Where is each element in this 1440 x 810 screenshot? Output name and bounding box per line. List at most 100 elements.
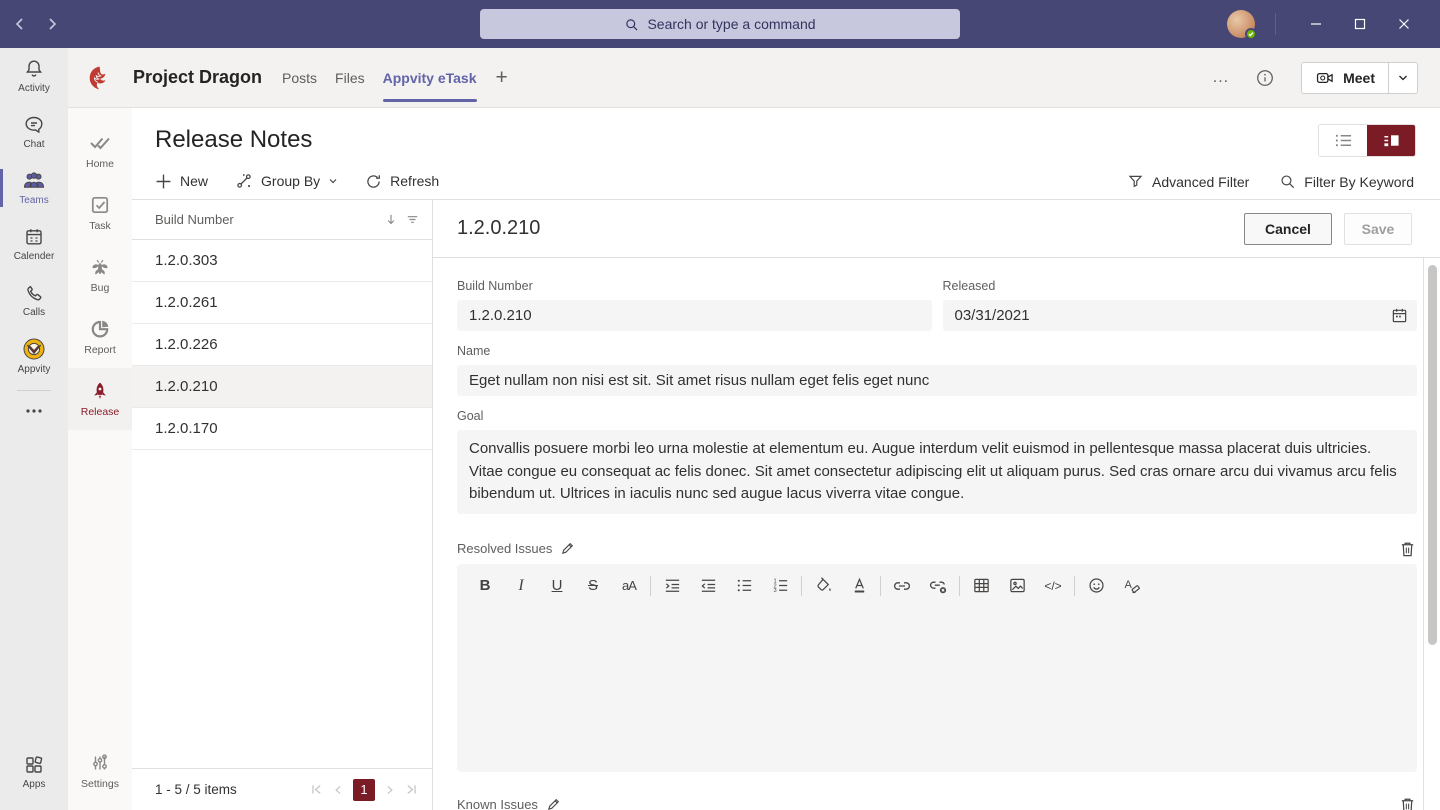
resolved-issues-content[interactable] — [467, 600, 1407, 760]
forward-button[interactable] — [44, 16, 60, 32]
close-button[interactable] — [1382, 0, 1426, 48]
module-label: Bug — [91, 282, 110, 294]
meet-button[interactable]: Meet — [1302, 63, 1388, 93]
filter-by-keyword-button[interactable]: Filter By Keyword — [1279, 173, 1414, 190]
minimize-button[interactable] — [1294, 0, 1338, 48]
info-icon[interactable] — [1255, 68, 1275, 88]
list-item[interactable]: 1.2.0.226 — [132, 324, 432, 366]
previous-page-icon[interactable] — [332, 784, 344, 796]
meet-label: Meet — [1343, 70, 1375, 86]
rail-more-button[interactable] — [26, 397, 42, 425]
resolved-issues-editor[interactable]: B I U S aA 123 — [457, 564, 1417, 772]
back-button[interactable] — [12, 16, 28, 32]
outdent-button[interactable] — [690, 572, 726, 600]
module-item-home[interactable]: Home — [68, 120, 132, 182]
goal-field[interactable]: Convallis posuere morbi leo urna molesti… — [457, 430, 1417, 514]
sidebar-item-teams[interactable]: Teams — [0, 160, 68, 216]
list-item-selected[interactable]: 1.2.0.210 — [132, 366, 432, 408]
new-button[interactable]: New — [155, 172, 208, 190]
insert-image-button[interactable] — [999, 572, 1035, 600]
font-color-button[interactable] — [841, 572, 877, 600]
known-issues-label: Known Issues — [457, 797, 538, 810]
list-view-button[interactable] — [1319, 125, 1367, 156]
filter-lines-icon[interactable] — [405, 212, 420, 227]
last-page-icon[interactable] — [405, 783, 418, 796]
tab-files[interactable]: Files — [326, 48, 374, 107]
cancel-button[interactable]: Cancel — [1244, 213, 1332, 245]
indent-button[interactable] — [654, 572, 690, 600]
build-number-field[interactable]: 1.2.0.210 — [457, 300, 932, 331]
resolved-issues-delete-icon[interactable] — [1399, 540, 1416, 558]
avatar[interactable] — [1227, 10, 1255, 38]
insert-table-button[interactable] — [963, 572, 999, 600]
sidebar-item-appvity[interactable]: Appvity — [0, 328, 68, 384]
channel-more-button[interactable]: ... — [1213, 69, 1229, 87]
sidebar-item-calls[interactable]: Calls — [0, 272, 68, 328]
underline-button[interactable]: U — [539, 572, 575, 600]
sort-descending-icon[interactable] — [384, 212, 398, 227]
module-item-task[interactable]: Task — [68, 182, 132, 244]
first-page-icon[interactable] — [310, 783, 323, 796]
numbered-list-button[interactable]: 123 — [762, 572, 798, 600]
rail-label: Calender — [14, 251, 55, 262]
module-item-bug[interactable]: Bug — [68, 244, 132, 306]
split-view-icon — [1382, 132, 1401, 149]
insert-code-button[interactable]: </> — [1035, 572, 1071, 600]
etask-page: Release Notes New Group By Refresh — [132, 108, 1440, 810]
tab-posts[interactable]: Posts — [273, 48, 326, 107]
insert-link-button[interactable] — [884, 572, 920, 600]
highlight-color-button[interactable] — [805, 572, 841, 600]
bell-icon — [23, 58, 45, 80]
current-page-badge[interactable]: 1 — [353, 779, 375, 801]
edit-pencil-icon[interactable] — [547, 798, 560, 810]
sidebar-item-calender[interactable]: Calender — [0, 216, 68, 272]
released-label: Released — [943, 279, 1418, 293]
list-item[interactable]: 1.2.0.170 — [132, 408, 432, 450]
rail-label: Calls — [23, 307, 45, 318]
module-item-release[interactable]: Release — [68, 368, 132, 430]
list-item[interactable]: 1.2.0.303 — [132, 240, 432, 282]
clear-formatting-button[interactable]: A — [1114, 572, 1150, 600]
release-detail-panel: 1.2.0.210 Cancel Save Build Number 1.2.0… — [433, 200, 1440, 810]
module-label: Task — [89, 220, 111, 232]
vertical-scrollbar[interactable] — [1428, 265, 1437, 645]
emoji-button[interactable] — [1078, 572, 1114, 600]
teams-titlebar: Search or type a command — [0, 0, 1440, 48]
split-view-button[interactable] — [1367, 125, 1415, 156]
team-title: Project Dragon — [133, 67, 262, 88]
sidebar-item-apps[interactable]: Apps — [0, 744, 68, 800]
edit-pencil-icon[interactable] — [561, 542, 574, 555]
sidebar-item-activity[interactable]: Activity — [0, 48, 68, 104]
list-column-header[interactable]: Build Number — [132, 200, 432, 240]
bold-button[interactable]: B — [467, 572, 503, 600]
meet-split-button: Meet — [1301, 62, 1418, 94]
list-item[interactable]: 1.2.0.261 — [132, 282, 432, 324]
search-input[interactable]: Search or type a command — [480, 9, 960, 39]
refresh-button[interactable]: Refresh — [365, 172, 439, 190]
toolbar-separator — [959, 576, 960, 596]
report-pie-icon — [89, 318, 111, 340]
sidebar-item-chat[interactable]: Chat — [0, 104, 68, 160]
next-page-icon[interactable] — [384, 784, 396, 796]
font-size-button[interactable]: aA — [611, 572, 647, 600]
strikethrough-button[interactable]: S — [575, 572, 611, 600]
bullet-list-button[interactable] — [726, 572, 762, 600]
advanced-filter-button[interactable]: Advanced Filter — [1127, 173, 1249, 190]
add-tab-button[interactable]: + — [486, 48, 518, 107]
tab-appvity-etask[interactable]: Appvity eTask — [374, 48, 486, 107]
funnel-icon — [1127, 173, 1144, 190]
maximize-button[interactable] — [1338, 0, 1382, 48]
datepicker-calendar-icon[interactable] — [1391, 307, 1408, 324]
known-issues-delete-icon[interactable] — [1399, 796, 1416, 810]
module-item-settings[interactable]: Settings — [68, 740, 132, 802]
module-rail: Home Task Bug Report Release Settings — [68, 108, 132, 810]
released-date-field[interactable]: 03/31/2021 — [943, 300, 1418, 331]
save-button[interactable]: Save — [1344, 213, 1412, 245]
italic-button[interactable]: I — [503, 572, 539, 600]
remove-link-button[interactable] — [920, 572, 956, 600]
name-field[interactable]: Eget nullam non nisi est sit. Sit amet r… — [457, 365, 1417, 396]
group-by-button[interactable]: Group By — [235, 172, 338, 190]
module-item-report[interactable]: Report — [68, 306, 132, 368]
release-form: Build Number 1.2.0.210 Released 03/31/20… — [433, 258, 1424, 810]
meet-dropdown-button[interactable] — [1388, 63, 1417, 93]
